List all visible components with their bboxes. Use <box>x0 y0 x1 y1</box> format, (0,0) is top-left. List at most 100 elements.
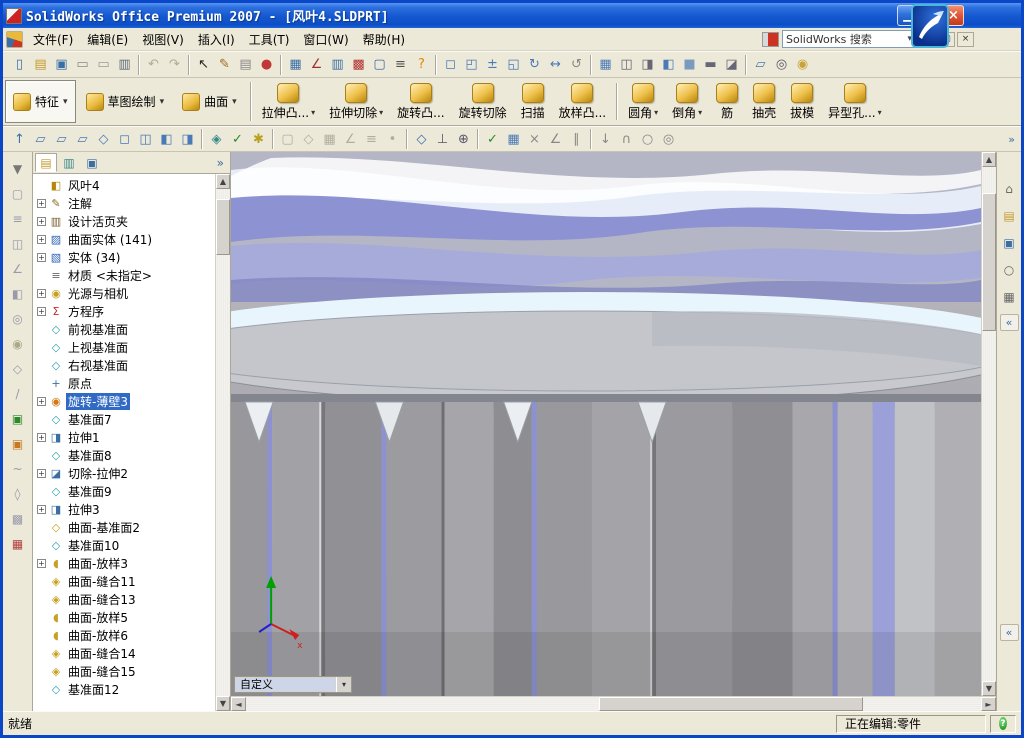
chevron-down-icon[interactable]: ▾ <box>379 108 383 117</box>
zoom-selection-icon[interactable]: ◱ <box>503 54 524 75</box>
task-pane-collapse-top-button[interactable]: « <box>999 314 1019 331</box>
sketch-pencil-icon[interactable]: ✎ <box>214 54 235 75</box>
shell-button[interactable]: 抽壳 <box>745 79 783 124</box>
hidden-lines-icon[interactable]: ◨ <box>637 54 658 75</box>
tree-item-1[interactable]: + ✎ 注解 <box>33 194 215 212</box>
tree-item-9[interactable]: ◇ 上视基准面 <box>33 338 215 356</box>
pan-icon[interactable]: ↔ <box>545 54 566 75</box>
section-strip-icon[interactable]: ◧ <box>8 285 28 303</box>
mate-strip-icon[interactable]: ◊ <box>8 485 28 503</box>
tree-item-4[interactable]: + ▧ 实体 (34) <box>33 248 215 266</box>
tree-item-16[interactable]: + ◪ 切除-拉伸2 <box>33 464 215 482</box>
file-explorer-icon[interactable]: ▣ <box>999 234 1019 252</box>
solidworks-search-icon[interactable] <box>762 31 779 47</box>
viewport-horizontal-scrollbar[interactable]: ◄ ► <box>231 696 996 711</box>
chevron-down-icon[interactable]: ▾ <box>232 97 237 107</box>
arrow-down-icon[interactable]: ↓ <box>595 129 616 150</box>
wireframe-icon[interactable]: ◫ <box>616 54 637 75</box>
cube-view-4-icon[interactable]: ◨ <box>177 129 198 150</box>
section-view-icon[interactable]: ◪ <box>721 54 742 75</box>
select-icon[interactable]: ↖ <box>193 54 214 75</box>
viewport-scroll-right-icon[interactable]: ► <box>981 697 996 711</box>
open-file-icon[interactable]: ▤ <box>30 54 51 75</box>
tree-item-8[interactable]: ◇ 前视基准面 <box>33 320 215 338</box>
view-selector-arrow-icon[interactable]: ▾ <box>336 677 351 692</box>
tree-item-28[interactable]: ◇ 基准面12 <box>33 680 215 698</box>
grid-icon[interactable]: ▦ <box>285 54 306 75</box>
quick-snap-icon[interactable]: ◇ <box>298 129 319 150</box>
document-strip-icon[interactable]: ▢ <box>8 185 28 203</box>
tree-item-2[interactable]: + ▥ 设计活页夹 <box>33 212 215 230</box>
feature-manager-tab[interactable]: ▤ <box>35 153 57 172</box>
appearance-star-icon[interactable]: ✱ <box>248 129 269 150</box>
new-file-icon[interactable]: ▯ <box>9 54 30 75</box>
extruded-cut-button[interactable]: 拉伸切除 ▾ <box>322 79 390 124</box>
expand-plus-icon[interactable]: + <box>37 306 46 316</box>
tree-scroll-thumb[interactable] <box>216 199 230 255</box>
menu-item-0[interactable]: 文件(F) <box>26 28 80 51</box>
measure-strip-icon[interactable]: ∠ <box>8 260 28 278</box>
shadow-icon[interactable]: ▬ <box>700 54 721 75</box>
green-feature-strip-icon[interactable]: ▣ <box>8 410 28 428</box>
menu-item-4[interactable]: 工具(T) <box>242 28 297 51</box>
display-style-icon[interactable]: ◈ <box>206 129 227 150</box>
chevron-down-icon[interactable]: ▾ <box>160 97 165 107</box>
camera-icon[interactable]: ◎ <box>771 54 792 75</box>
note-icon[interactable]: ▤ <box>235 54 256 75</box>
sweep-button[interactable]: 扫描 <box>514 79 552 124</box>
tree-scroll-down-icon[interactable]: ▼ <box>216 696 230 711</box>
make-drawing-icon[interactable]: ▭ <box>72 54 93 75</box>
viewport-scroll-left-icon[interactable]: ◄ <box>231 697 246 711</box>
normal-to-icon[interactable]: ↑ <box>9 129 30 150</box>
status-help-cell[interactable]: ? <box>990 714 1016 733</box>
expand-plus-icon[interactable]: + <box>37 396 46 406</box>
zoom-fit-icon[interactable]: ◻ <box>440 54 461 75</box>
tree-item-5[interactable]: ≡ 材质 <未指定> <box>33 266 215 284</box>
planes-strip-icon[interactable]: ◇ <box>8 360 28 378</box>
close-sketch-icon[interactable]: × <box>524 129 545 150</box>
3d-model-canvas[interactable]: x <box>231 152 981 696</box>
grid-snap-icon[interactable]: ▦ <box>319 129 340 150</box>
tree-item-26[interactable]: ◈ 曲面-缝合14 <box>33 644 215 662</box>
sketch-snap-icon[interactable]: ▢ <box>277 129 298 150</box>
lights-strip-icon[interactable]: ◉ <box>8 335 28 353</box>
viewport-hscroll-thumb[interactable] <box>598 697 864 711</box>
search-input[interactable]: SolidWorks 搜索 ▾ <box>782 30 916 48</box>
home-icon[interactable]: ⌂ <box>999 180 1019 198</box>
expand-plus-icon[interactable]: + <box>37 468 46 478</box>
tree-item-7[interactable]: + Σ 方程序 <box>33 302 215 320</box>
tree-item-17[interactable]: ◇ 基准面9 <box>33 482 215 500</box>
view-selector-dropdown[interactable]: 自定义 ▾ <box>234 676 352 693</box>
hole-wizard-button[interactable]: 异型孔... ▾ <box>821 79 888 124</box>
appearance-icon[interactable]: ◉ <box>792 54 813 75</box>
orange-feature-strip-icon[interactable]: ▣ <box>8 435 28 453</box>
revolved-cut-button[interactable]: 旋转切除 <box>452 79 514 124</box>
top-plane-icon[interactable]: ▱ <box>51 129 72 150</box>
zoom-area-icon[interactable]: ◰ <box>461 54 482 75</box>
chevron-down-icon[interactable]: ▾ <box>698 108 702 117</box>
dimension-icon[interactable]: ∠ <box>306 54 327 75</box>
draft-button[interactable]: 拔模 <box>783 79 821 124</box>
quick-tips-icon[interactable]: ? <box>999 717 1007 730</box>
hide-show-icon[interactable]: ✓ <box>227 129 248 150</box>
target-icon[interactable]: ◎ <box>658 129 679 150</box>
options-icon[interactable]: ≡ <box>390 54 411 75</box>
task-pane-collapse-bottom-button[interactable]: « <box>999 624 1019 641</box>
tree-item-15[interactable]: ◇ 基准面8 <box>33 446 215 464</box>
cube-view-1-icon[interactable]: ◻ <box>114 129 135 150</box>
expand-plus-icon[interactable]: + <box>37 198 46 208</box>
tree-item-19[interactable]: ◇ 曲面-基准面2 <box>33 518 215 536</box>
viewport-vertical-scrollbar[interactable]: ▲ ▼ <box>981 152 996 696</box>
tree-item-3[interactable]: + ▨ 曲面实体 (141) <box>33 230 215 248</box>
right-plane-icon[interactable]: ▱ <box>72 129 93 150</box>
tree-scroll-up-icon[interactable]: ▲ <box>216 174 230 189</box>
revolved-boss-button[interactable]: 旋转凸... <box>390 79 451 124</box>
cube-view-2-icon[interactable]: ◫ <box>135 129 156 150</box>
undo-icon[interactable]: ↶ <box>143 54 164 75</box>
tree-item-10[interactable]: ◇ 右视基准面 <box>33 356 215 374</box>
design-table-icon[interactable]: ▥ <box>327 54 348 75</box>
model-viewport[interactable]: x ▲ ▼ ◄ ► 自定义 ▾ <box>231 152 996 711</box>
menu-item-3[interactable]: 插入(I) <box>191 28 242 51</box>
polygon-icon[interactable]: ◇ <box>411 129 432 150</box>
tools-strip-icon[interactable]: ▩ <box>8 510 28 528</box>
